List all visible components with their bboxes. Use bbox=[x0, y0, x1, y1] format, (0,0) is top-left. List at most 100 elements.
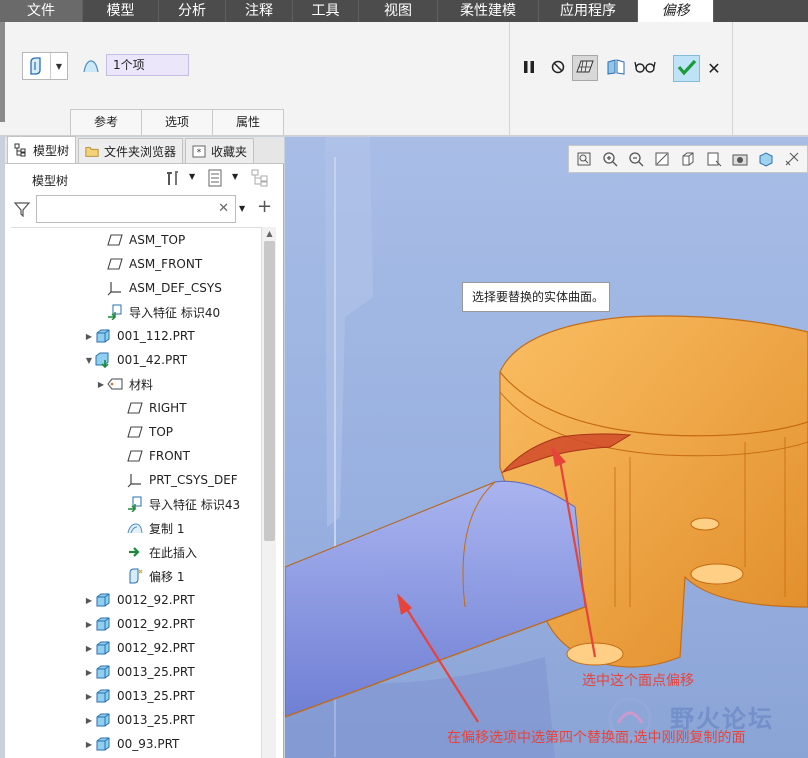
tree-item[interactable]: ▶ 0013_25.PRT bbox=[11, 660, 261, 684]
tree-item[interactable]: ASM_FRONT bbox=[11, 252, 261, 276]
scroll-up-icon[interactable]: ▲ bbox=[262, 227, 277, 241]
tree-item[interactable]: ▶ 0012_92.PRT bbox=[11, 636, 261, 660]
tree-item[interactable]: TOP bbox=[11, 420, 261, 444]
tree-columns-icon bbox=[251, 169, 269, 190]
view-manager-icon[interactable] bbox=[703, 148, 725, 170]
tree-item-label: FRONT bbox=[149, 449, 190, 463]
tree-item-label: 在此插入 bbox=[149, 545, 198, 560]
tab-favorites[interactable]: * 收藏夹 bbox=[185, 138, 255, 163]
saved-orientations-icon[interactable] bbox=[677, 148, 699, 170]
surface-reference-icon bbox=[83, 58, 99, 74]
datum-plane-icon bbox=[127, 400, 143, 416]
tab-offset[interactable]: 偏移 bbox=[638, 0, 714, 22]
expand-arrow-icon[interactable]: ▶ bbox=[83, 620, 95, 629]
navigator-panel: 模型树 文件夹浏览器 * 收藏夹 模型树 ▼ ▼ ✕ ▼ + ASM_TOP A… bbox=[5, 136, 284, 758]
tree-item[interactable]: ▶ 0013_25.PRT bbox=[11, 708, 261, 732]
filter-icon[interactable] bbox=[13, 201, 31, 220]
tab-view[interactable]: 视图 bbox=[359, 0, 438, 22]
expand-arrow-icon[interactable]: ▶ bbox=[95, 380, 107, 389]
tab-properties[interactable]: 属性 bbox=[212, 109, 284, 135]
tree-item[interactable]: 复制 1 bbox=[11, 516, 261, 540]
ok-button[interactable] bbox=[673, 55, 700, 82]
tree-item[interactable]: ▼ 001_42.PRT bbox=[11, 348, 261, 372]
tab-file[interactable]: 文件 bbox=[0, 0, 83, 22]
collapse-arrow-icon[interactable]: ▼ bbox=[83, 356, 95, 365]
tree-item[interactable]: ▶ 001_112.PRT bbox=[11, 324, 261, 348]
perspective-icon[interactable] bbox=[729, 148, 751, 170]
offset-type-dropdown[interactable]: ▼ bbox=[22, 52, 68, 80]
expand-arrow-icon[interactable]: ▶ bbox=[83, 332, 95, 341]
coordinate-system-icon bbox=[107, 280, 123, 296]
tab-applications[interactable]: 应用程序 bbox=[539, 0, 638, 22]
show-options-button[interactable] bbox=[204, 169, 226, 189]
tab-model-tree[interactable]: 模型树 bbox=[7, 136, 77, 163]
tree-item[interactable]: ASM_TOP bbox=[11, 228, 261, 252]
chevron-down-icon[interactable]: ▼ bbox=[232, 172, 238, 181]
repaint-icon[interactable] bbox=[651, 148, 673, 170]
tree-item[interactable]: 偏移 1 bbox=[11, 564, 261, 588]
chevron-down-icon[interactable]: ▼ bbox=[239, 204, 245, 213]
expand-arrow-icon[interactable]: ▶ bbox=[83, 596, 95, 605]
tab-analysis[interactable]: 分析 bbox=[159, 0, 226, 22]
tab-tools[interactable]: 工具 bbox=[293, 0, 359, 22]
tree-item[interactable]: PRT_CSYS_DEF bbox=[11, 468, 261, 492]
tree-scrollbar[interactable]: ▲ bbox=[261, 227, 276, 758]
display-style-icon[interactable] bbox=[755, 148, 777, 170]
model-graphics[interactable] bbox=[285, 137, 808, 758]
tree-item[interactable]: RIGHT bbox=[11, 396, 261, 420]
chevron-down-icon[interactable]: ▼ bbox=[189, 172, 195, 181]
tree-item[interactable]: ▶ 材料 bbox=[11, 372, 261, 396]
clear-icon[interactable]: ✕ bbox=[218, 201, 229, 216]
tab-folder-browser[interactable]: 文件夹浏览器 bbox=[78, 138, 184, 163]
tree-item[interactable]: 导入特征 标识40 bbox=[11, 300, 261, 324]
offset-feature-icon bbox=[127, 568, 143, 584]
model-tree: ASM_TOP ASM_FRONT ASM_DEF_CSYS 导入特征 标识40 ▶ 00… bbox=[11, 227, 261, 758]
tree-item[interactable]: ASM_DEF_CSYS bbox=[11, 276, 261, 300]
tab-flexible-modeling[interactable]: 柔性建模 bbox=[438, 0, 539, 22]
tree-columns-button[interactable] bbox=[249, 169, 271, 189]
cancel-button[interactable]: ✕ bbox=[703, 55, 725, 82]
tab-options[interactable]: 选项 bbox=[141, 109, 213, 135]
tree-search-input[interactable]: ✕ bbox=[36, 195, 236, 223]
verify-button[interactable] bbox=[603, 55, 629, 81]
expand-arrow-icon[interactable]: ▶ bbox=[83, 644, 95, 653]
preview-button[interactable] bbox=[572, 55, 598, 81]
tree-item[interactable]: 导入特征 标识43 bbox=[11, 492, 261, 516]
favorites-icon: * bbox=[192, 144, 206, 158]
tree-item[interactable]: ▶ 0013_25.PRT bbox=[11, 684, 261, 708]
model-tree-header: 模型树 ▼ ▼ bbox=[5, 165, 284, 193]
tree-item-label: ASM_FRONT bbox=[129, 257, 203, 271]
preview-glasses-button[interactable] bbox=[632, 55, 658, 81]
datum-display-icon[interactable] bbox=[781, 148, 803, 170]
tree-item[interactable]: 在此插入 bbox=[11, 540, 261, 564]
tab-model-tree-label: 模型树 bbox=[33, 143, 70, 158]
part-icon bbox=[95, 736, 111, 752]
tab-model[interactable]: 模型 bbox=[83, 0, 159, 22]
expand-arrow-icon[interactable]: ▶ bbox=[83, 692, 95, 701]
expand-arrow-icon[interactable]: ▶ bbox=[83, 668, 95, 677]
tab-references[interactable]: 参考 bbox=[70, 109, 142, 135]
expand-arrow-icon[interactable]: ▶ bbox=[83, 740, 95, 749]
selection-tooltip: 选择要替换的实体曲面。 bbox=[462, 282, 610, 312]
tab-annotate[interactable]: 注释 bbox=[226, 0, 293, 22]
scrollbar-thumb[interactable] bbox=[264, 241, 275, 541]
refit-icon[interactable] bbox=[573, 148, 595, 170]
zoom-in-icon[interactable] bbox=[599, 148, 621, 170]
add-filter-button[interactable]: + bbox=[257, 196, 272, 217]
graphics-viewport[interactable]: 选择要替换的实体曲面。 选中这个面点偏移 野火论坛 在偏移选项中选第四个替换面,… bbox=[285, 137, 808, 758]
tree-item[interactable]: ▶ 0012_92.PRT bbox=[11, 588, 261, 612]
pause-button[interactable] bbox=[516, 55, 542, 81]
tree-item[interactable]: ▶ 0012_92.PRT bbox=[11, 612, 261, 636]
tree-item[interactable]: ▶ 00_93.PRT bbox=[11, 732, 261, 756]
tree-item-label: 001_42.PRT bbox=[117, 353, 188, 367]
reference-collector[interactable]: 1个项 bbox=[106, 54, 189, 76]
zoom-out-icon[interactable] bbox=[625, 148, 647, 170]
dashboard-slideup-tabs: 参考 选项 属性 bbox=[70, 109, 284, 135]
expand-arrow-icon[interactable]: ▶ bbox=[83, 716, 95, 725]
active-part-icon bbox=[95, 352, 111, 368]
tree-item[interactable]: FRONT bbox=[11, 444, 261, 468]
datum-plane-icon bbox=[127, 424, 143, 440]
tree-settings-button[interactable] bbox=[162, 169, 184, 189]
copy-surface-icon bbox=[127, 520, 143, 536]
no-preview-button[interactable] bbox=[545, 55, 571, 81]
